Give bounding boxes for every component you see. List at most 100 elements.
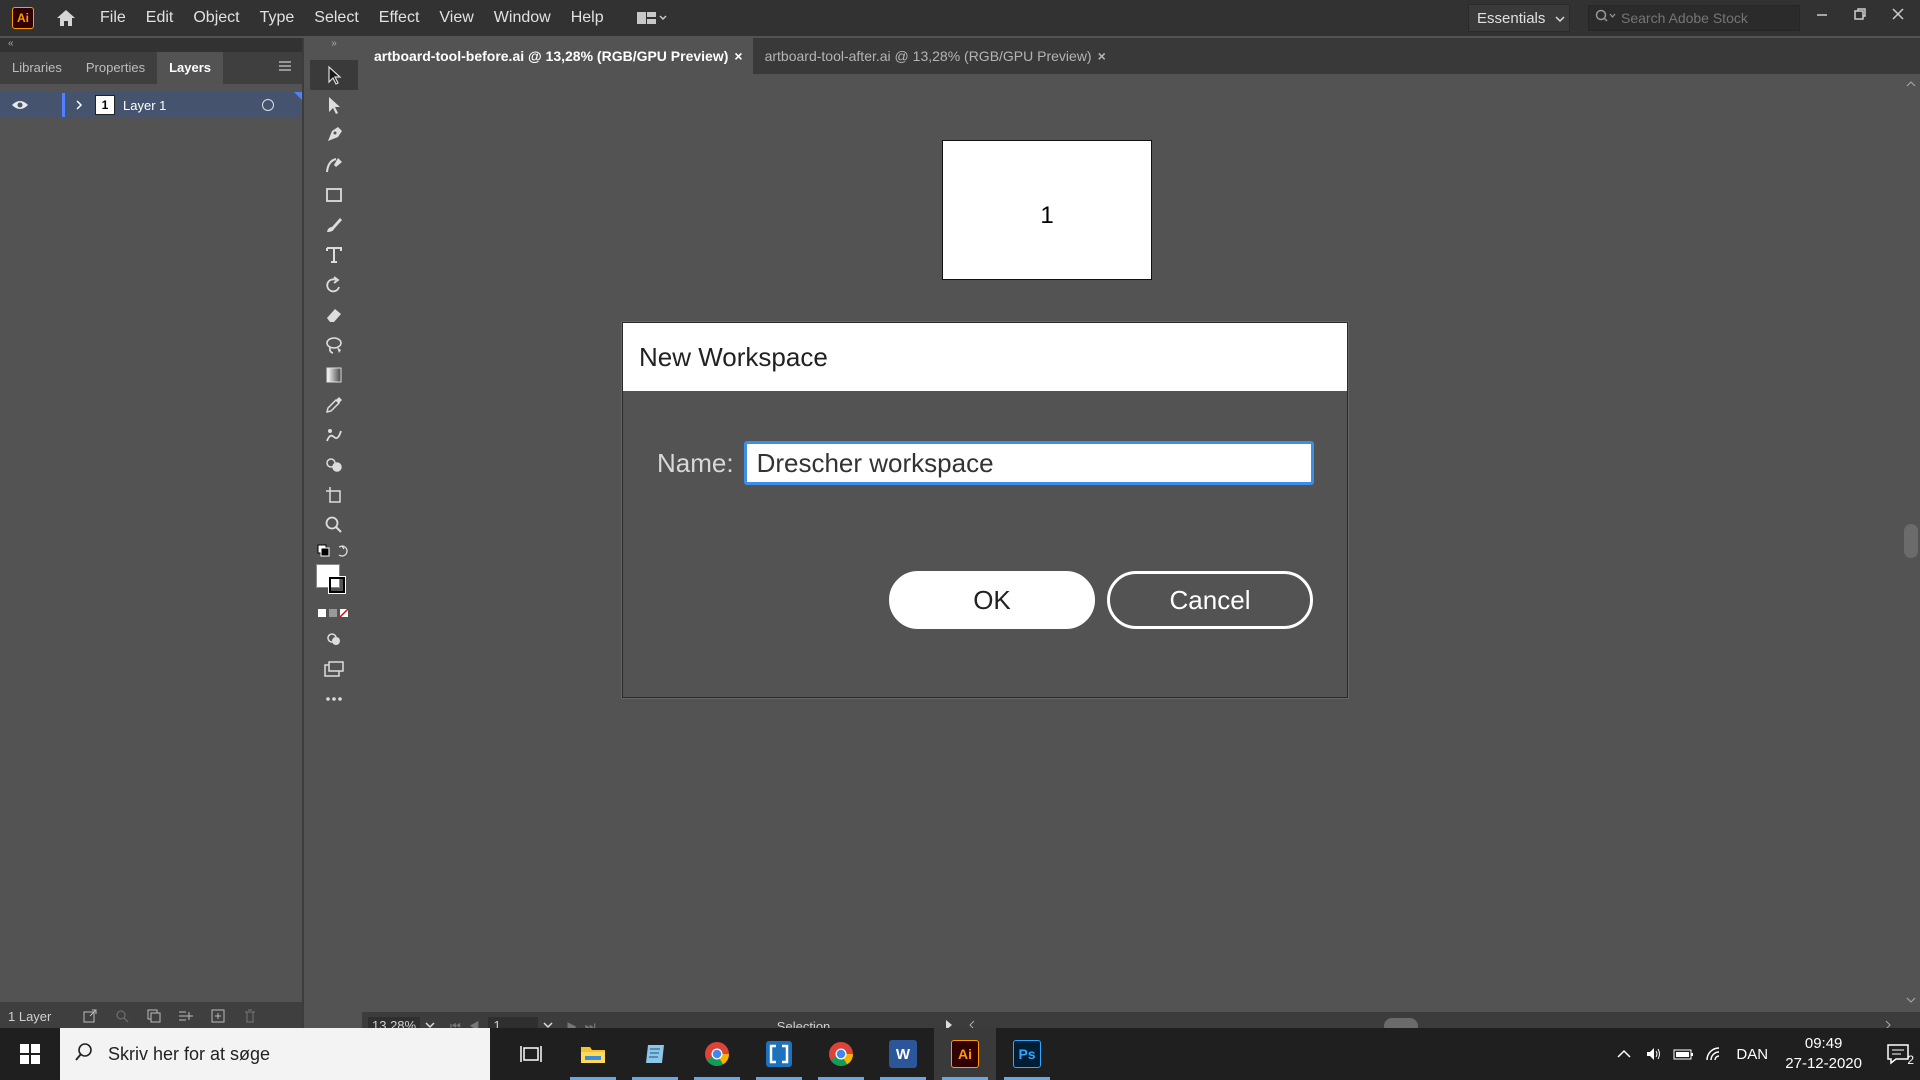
tab-properties[interactable]: Properties	[74, 52, 157, 84]
scroll-up-icon	[1906, 81, 1916, 87]
direct-selection-tool-icon[interactable]	[310, 90, 358, 120]
file-explorer-icon[interactable]	[562, 1028, 624, 1080]
toolbar-collapse-icon[interactable]: »	[310, 38, 358, 50]
drawing-modes-icon[interactable]	[310, 624, 358, 654]
tab-layers[interactable]: Layers	[157, 52, 224, 84]
close-icon[interactable]: ×	[1098, 48, 1106, 64]
home-icon[interactable]	[48, 0, 84, 36]
illustrator-icon[interactable]: Ai	[934, 1028, 996, 1080]
screen-mode-icon[interactable]	[310, 654, 358, 684]
clock[interactable]: 09:49 27-12-2020	[1785, 1034, 1862, 1074]
eraser-tool-icon[interactable]	[310, 300, 358, 330]
stroke-swatch[interactable]	[328, 576, 346, 594]
volume-icon[interactable]	[1639, 1046, 1669, 1062]
workspace-label: Essentials	[1477, 9, 1546, 27]
tab-artboard-tool-after[interactable]: artboard-tool-after.ai @ 13,28% (RGB/GPU…	[753, 38, 1116, 74]
puppet-warp-tool-icon[interactable]	[310, 420, 358, 450]
ok-button[interactable]: OK	[889, 571, 1095, 629]
chrome-icon[interactable]	[686, 1028, 748, 1080]
menu-select[interactable]: Select	[304, 0, 368, 36]
task-view-icon[interactable]	[500, 1028, 562, 1080]
dialog-title: New Workspace	[623, 323, 1347, 391]
new-workspace-dialog: New Workspace Name: OK Cancel	[622, 322, 1348, 698]
minimize-icon[interactable]	[1814, 6, 1830, 22]
default-colors-icon[interactable]	[310, 540, 358, 562]
notifications-icon[interactable]: 2	[1876, 1043, 1920, 1067]
new-sublayer-icon[interactable]	[177, 1007, 195, 1025]
chevron-right-icon[interactable]	[73, 99, 85, 111]
gradient-tool-icon[interactable]	[310, 360, 358, 390]
panel-tabs: Libraries Properties Layers	[0, 52, 302, 84]
artboard-number: 1	[1040, 202, 1054, 229]
eyedropper-tool-icon[interactable]	[310, 390, 358, 420]
tab-label: artboard-tool-after.ai @ 13,28% (RGB/GPU…	[764, 48, 1092, 64]
menu-file[interactable]: File	[90, 0, 136, 36]
windows-start-icon[interactable]	[0, 1028, 60, 1080]
clipping-mask-icon[interactable]	[145, 1007, 163, 1025]
chrome-2-icon[interactable]	[810, 1028, 872, 1080]
type-tool-icon[interactable]	[310, 240, 358, 270]
battery-icon[interactable]	[1669, 1048, 1699, 1060]
search-icon	[1595, 9, 1617, 28]
menu-window[interactable]: Window	[484, 0, 561, 36]
eye-icon[interactable]	[0, 99, 40, 111]
photoshop-icon[interactable]: Ps	[996, 1028, 1058, 1080]
artboard[interactable]: 1	[942, 140, 1152, 280]
stock-search-input[interactable]	[1621, 10, 1791, 26]
wifi-icon[interactable]	[1699, 1046, 1729, 1062]
menu-type[interactable]: Type	[250, 0, 305, 36]
dialog-buttons: OK Cancel	[889, 571, 1313, 629]
chevron-up-icon[interactable]	[1609, 1049, 1639, 1059]
panel-menu-icon[interactable]	[278, 59, 292, 77]
close-icon[interactable]	[1890, 6, 1906, 22]
tab-libraries[interactable]: Libraries	[0, 52, 74, 84]
fill-stroke-swatches[interactable]	[310, 562, 358, 602]
menu-view[interactable]: View	[429, 0, 483, 36]
new-layer-icon[interactable]	[209, 1007, 227, 1025]
zoom-tool-icon[interactable]	[310, 510, 358, 540]
clock-time: 09:49	[1804, 1035, 1843, 1052]
locate-object-icon[interactable]	[113, 1007, 131, 1025]
layer-color-indicator	[62, 93, 65, 117]
arrange-documents-icon[interactable]	[628, 0, 676, 36]
remote-app-icon[interactable]	[748, 1028, 810, 1080]
curvature-tool-icon[interactable]	[310, 150, 358, 180]
shape-builder-tool-icon[interactable]	[310, 450, 358, 480]
menu-effect[interactable]: Effect	[369, 0, 430, 36]
word-icon[interactable]: W	[872, 1028, 934, 1080]
menu-edit[interactable]: Edit	[136, 0, 184, 36]
menu-object[interactable]: Object	[183, 0, 249, 36]
selection-corner-icon	[294, 92, 302, 100]
rectangle-tool-icon[interactable]	[310, 180, 358, 210]
lasso-tool-icon[interactable]	[310, 330, 358, 360]
color-mode-icon[interactable]	[310, 602, 358, 624]
cancel-button[interactable]: Cancel	[1107, 571, 1313, 629]
pen-tool-icon[interactable]	[310, 120, 358, 150]
layer-target-icon[interactable]	[262, 99, 274, 111]
taskbar-search[interactable]: Skriv her for at søge	[60, 1028, 490, 1080]
panel-collapse-icon[interactable]: «	[0, 38, 302, 52]
taskbar-search-placeholder: Skriv her for at søge	[108, 1043, 271, 1064]
layer-name[interactable]: Layer 1	[123, 98, 166, 113]
menu-bar: Ai File Edit Object Type Select Effect V…	[0, 0, 1920, 36]
trash-icon[interactable]	[241, 1007, 259, 1025]
more-tools-icon[interactable]	[310, 684, 358, 714]
language-indicator[interactable]: DAN	[1729, 1046, 1775, 1063]
footer-icons	[81, 1007, 259, 1025]
export-icon[interactable]	[81, 1007, 99, 1025]
workspace-switcher[interactable]: Essentials	[1468, 4, 1570, 32]
workspace-name-input[interactable]	[743, 441, 1314, 485]
rotate-tool-icon[interactable]	[310, 270, 358, 300]
tab-artboard-tool-before[interactable]: artboard-tool-before.ai @ 13,28% (RGB/GP…	[362, 38, 753, 74]
vertical-scrollbar[interactable]	[1902, 74, 1920, 1012]
restore-icon[interactable]	[1852, 6, 1868, 22]
artboard-tool-icon[interactable]	[310, 480, 358, 510]
notepad-icon[interactable]	[624, 1028, 686, 1080]
layer-row[interactable]: 1 Layer 1	[0, 92, 302, 118]
layer-thumbnail: 1	[95, 95, 115, 115]
menu-help[interactable]: Help	[561, 0, 614, 36]
scroll-thumb[interactable]	[1904, 524, 1918, 558]
close-icon[interactable]: ×	[734, 48, 742, 64]
selection-tool-icon[interactable]	[310, 60, 358, 90]
paintbrush-tool-icon[interactable]	[310, 210, 358, 240]
